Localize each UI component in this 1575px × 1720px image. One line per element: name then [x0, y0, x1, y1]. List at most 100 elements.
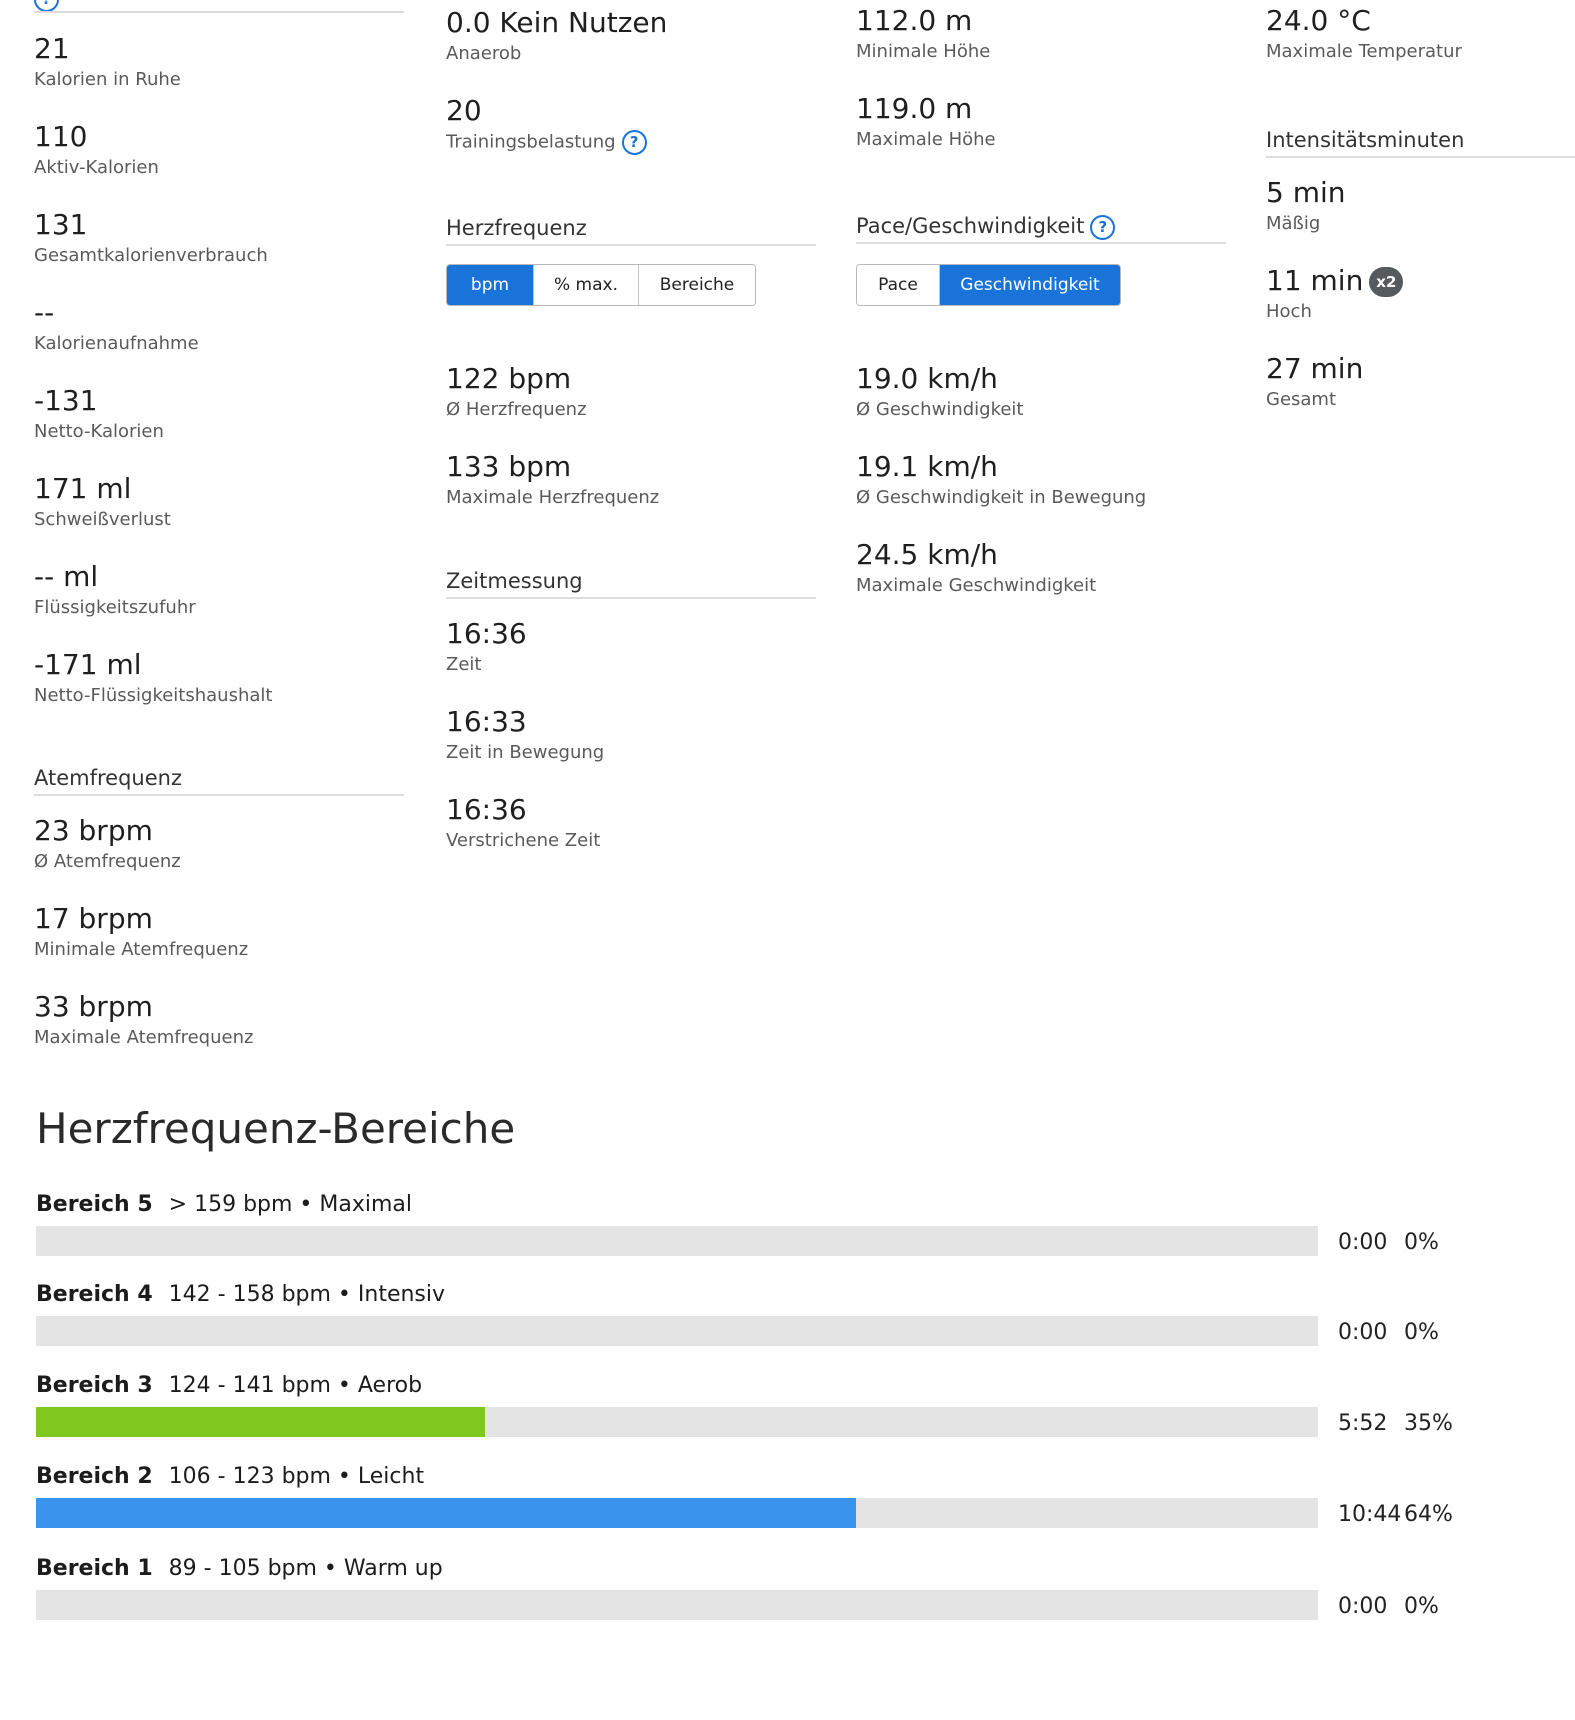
stat-label: Netto-Kalorien — [34, 421, 164, 442]
help-icon-training-load[interactable]: ? — [621, 130, 647, 155]
stat-value: 131 — [34, 208, 88, 241]
stat-training-load: 20 Trainingsbelastung? — [446, 90, 816, 178]
tab-pace[interactable]: Pace — [857, 265, 940, 305]
zone-row-5: Bereich 5 > 159 bpm • Maximal 0:00 0% — [36, 1190, 1466, 1280]
pace-speed-toggle: Pace Geschwindigkeit — [856, 264, 1121, 306]
stat-label: Gesamt — [1266, 389, 1337, 410]
zone-range: 89 - 105 bpm • Warm up — [168, 1556, 443, 1581]
stat-label: Ø Geschwindigkeit — [856, 399, 1024, 420]
elevation-column: 112.0 m Minimale Höhe 119.0 m Maximale H… — [856, 0, 1226, 176]
stat-total-calories: 131 Gesamtkalorienverbrauch — [34, 204, 404, 292]
zone-row-2: Bereich 2 106 - 123 bpm • Leicht 10:44 64… — [36, 1462, 1466, 1552]
stat-active-calories: 110 Aktiv-Kalorien — [34, 116, 404, 204]
help-icon-pace[interactable]: ? — [1090, 214, 1116, 240]
training-load-label: Trainingsbelastung — [446, 131, 616, 153]
stat-min-breath: 17 brpm Minimale Atemfrequenz — [34, 898, 404, 986]
stat-label: Maximale Temperatur — [1266, 41, 1462, 62]
stat-label: Hoch — [1266, 301, 1312, 322]
stat-label: Flüssigkeitszufuhr — [34, 597, 196, 618]
stat-max-breath: 33 brpm Maximale Atemfrequenz — [34, 986, 404, 1074]
tab-percent-max[interactable]: % max. — [534, 265, 639, 305]
zone-header: Bereich 5 > 159 bpm • Maximal — [36, 1190, 1466, 1220]
zone-bar — [36, 1316, 1318, 1346]
zone-name: Bereich 2 — [36, 1464, 153, 1489]
stat-value: 16:36 — [446, 793, 527, 826]
stat-label: Anaerob — [446, 43, 522, 64]
stat-calorie-intake: -- Kalorienaufnahme — [34, 292, 404, 380]
stat-anaerobic: 0.0 Kein Nutzen Anaerob — [446, 2, 816, 90]
stat-value: 0.0 Kein Nutzen — [446, 6, 668, 39]
temperature-column: 24.0 °C Maximale Temperatur — [1266, 0, 1575, 88]
stat-label: Netto-Flüssigkeitshaushalt — [34, 685, 273, 706]
zone-range: 124 - 141 bpm • Aerob — [168, 1373, 423, 1398]
tab-speed[interactable]: Geschwindigkeit — [940, 265, 1120, 305]
stat-min-elevation: 112.0 m Minimale Höhe — [856, 0, 1226, 88]
zone-percent: 0% — [1404, 1320, 1439, 1345]
stat-label: Maximale Atemfrequenz — [34, 1027, 254, 1048]
zone-percent: 35% — [1404, 1411, 1453, 1436]
stat-label: Ø Geschwindigkeit in Bewegung — [856, 487, 1147, 508]
stat-elapsed-time: 16:36 Verstrichene Zeit — [446, 789, 816, 877]
heart-rate-unit-toggle: bpm % max. Bereiche — [446, 264, 756, 306]
zone-header: Bereich 3 124 - 141 bpm • Aerob — [36, 1371, 1466, 1401]
zone-bar-fill — [36, 1407, 485, 1437]
zone-row-3: Bereich 3 124 - 141 bpm • Aerob 5:52 35% — [36, 1371, 1466, 1461]
stat-max-elevation: 119.0 m Maximale Höhe — [856, 88, 1226, 176]
stat-value: -131 — [34, 384, 98, 417]
stat-net-calories: -131 Netto-Kalorien — [34, 380, 404, 468]
zone-percent: 0% — [1404, 1230, 1439, 1255]
stat-label: Minimale Höhe — [856, 41, 991, 62]
stat-label: Zeit — [446, 654, 482, 675]
stat-avg-moving-speed: 19.1 km/h Ø Geschwindigkeit in Bewegung — [856, 446, 1226, 534]
stat-value: 11 min x2 — [1266, 260, 1575, 298]
section-title-intensity: Intensitätsminuten — [1266, 126, 1575, 158]
zone-percent: 0% — [1404, 1594, 1439, 1619]
heart-rate-section: Herzfrequenz — [446, 214, 816, 246]
stat-value: -- ml — [34, 560, 99, 593]
stat-label: Aktiv-Kalorien — [34, 157, 159, 178]
zones-title: Herzfrequenz-Bereiche — [36, 1104, 516, 1153]
multiplier-badge: x2 — [1369, 267, 1404, 297]
zone-header: Bereich 1 89 - 105 bpm • Warm up — [36, 1554, 1466, 1584]
stat-value: 16:33 — [446, 705, 527, 738]
zone-time: 10:44 — [1338, 1502, 1402, 1527]
section-title-breathing: Atemfrequenz — [34, 764, 404, 796]
stat-value: 171 ml — [34, 472, 132, 505]
stat-label: Schweißverlust — [34, 509, 171, 530]
zone-range: 106 - 123 bpm • Leicht — [168, 1464, 425, 1489]
stat-value: 24.5 km/h — [856, 538, 998, 571]
stat-label: Maximale Höhe — [856, 129, 996, 150]
stat-value: -- — [34, 296, 55, 329]
stat-avg-speed: 19.0 km/h Ø Geschwindigkeit — [856, 358, 1226, 446]
stat-net-fluid: -171 ml Netto-Flüssigkeitshaushalt — [34, 644, 404, 732]
pace-title-text: Pace/Geschwindigkeit — [856, 214, 1085, 238]
tab-zones[interactable]: Bereiche — [639, 265, 755, 305]
stat-label: Maximale Geschwindigkeit — [856, 575, 1097, 596]
stat-value: 23 brpm — [34, 814, 153, 847]
stat-value: 5 min — [1266, 176, 1346, 209]
intensity-section: Intensitätsminuten 5 min Mäßig 11 min x2 … — [1266, 126, 1575, 436]
stat-value: 19.0 km/h — [856, 362, 998, 395]
vigorous-value: 11 min — [1266, 264, 1364, 297]
zone-range: > 159 bpm • Maximal — [168, 1192, 413, 1217]
stat-label: Gesamtkalorienverbrauch — [34, 245, 268, 266]
tab-bpm[interactable]: bpm — [447, 265, 534, 305]
section-title-timing: Zeitmessung — [446, 567, 816, 599]
stat-value: 122 bpm — [446, 362, 572, 395]
section-title-heart-rate: Herzfrequenz — [446, 214, 816, 246]
timing-section: Zeitmessung 16:36 Zeit 16:33 Zeit in Bew… — [446, 567, 816, 877]
zone-time: 5:52 — [1338, 1411, 1388, 1436]
zone-bar — [36, 1590, 1318, 1620]
section-divider-top — [34, 11, 404, 13]
stat-fluid-intake: -- ml Flüssigkeitszufuhr — [34, 556, 404, 644]
zone-bar — [36, 1226, 1318, 1256]
pace-section: Pace/Geschwindigkeit? — [856, 212, 1226, 244]
stat-sweat-loss: 171 ml Schweißverlust — [34, 468, 404, 556]
training-column: 0.0 Kein Nutzen Anaerob 20 Trainingsbela… — [446, 2, 816, 178]
stat-value: 16:36 — [446, 617, 527, 650]
stat-value: 21 — [34, 32, 70, 65]
stat-moderate-minutes: 5 min Mäßig — [1266, 172, 1575, 260]
stat-value: 27 min — [1266, 352, 1364, 385]
zone-name: Bereich 4 — [36, 1282, 153, 1307]
stat-value: 119.0 m — [856, 92, 973, 125]
